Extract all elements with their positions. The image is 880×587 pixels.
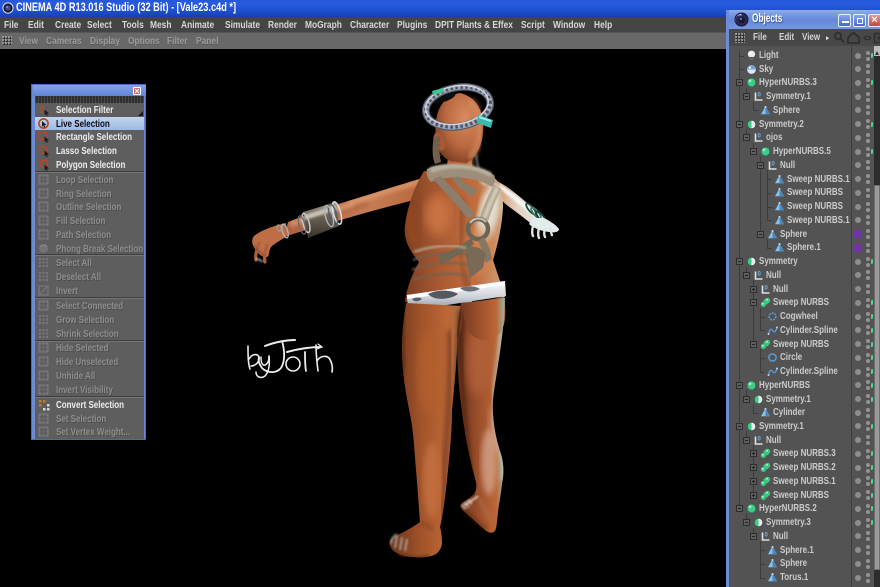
svg-text:0: 0 bbox=[765, 532, 769, 538]
svg-text:0: 0 bbox=[765, 285, 769, 291]
svg-text:0: 0 bbox=[758, 134, 762, 140]
svg-text:?: ? bbox=[39, 105, 45, 116]
svg-text:0: 0 bbox=[758, 93, 762, 99]
svg-text:0: 0 bbox=[758, 436, 762, 442]
svg-text:0: 0 bbox=[758, 271, 762, 277]
svg-text:0: 0 bbox=[772, 161, 776, 167]
